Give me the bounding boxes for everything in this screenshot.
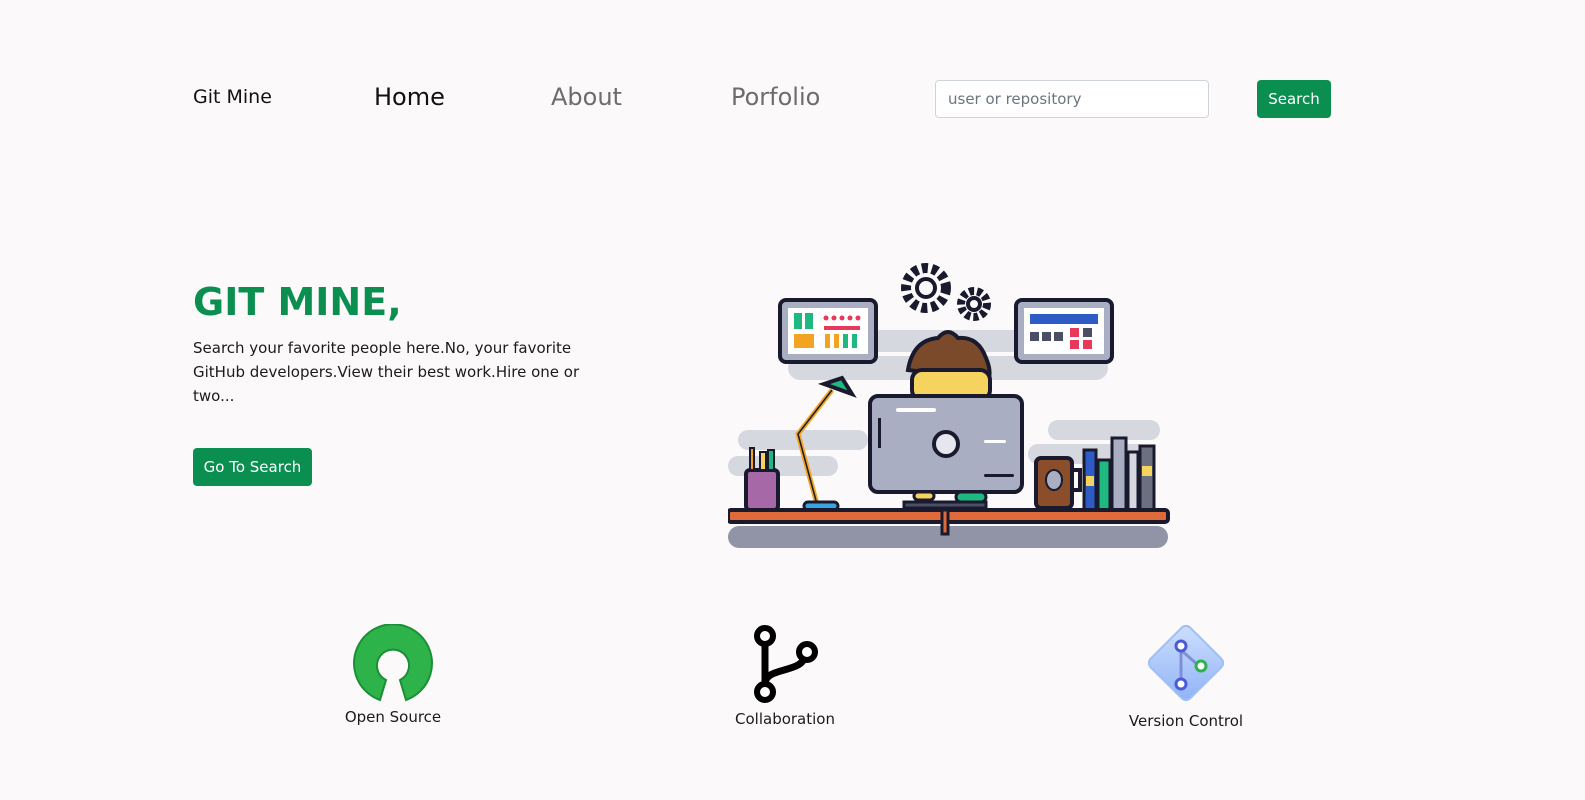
nav-about-link[interactable]: About	[551, 83, 622, 111]
search-input[interactable]	[935, 80, 1209, 118]
search-button[interactable]: Search	[1257, 80, 1331, 118]
feature-label: Open Source	[344, 708, 442, 726]
go-to-search-button[interactable]: Go To Search	[193, 448, 312, 486]
feature-version-control: Version Control	[1076, 620, 1296, 730]
brand-link[interactable]: Git Mine	[193, 86, 272, 108]
version-control-icon	[1147, 624, 1225, 702]
feature-label: Version Control	[1128, 712, 1244, 730]
feature-collaboration: Collaboration	[675, 624, 895, 728]
nav-portfolio-link[interactable]: Porfolio	[731, 83, 820, 111]
hero-description: Search your favorite people here.No, you…	[193, 339, 580, 405]
git-branch-icon	[754, 625, 818, 703]
hero-title: GIT MINE,	[193, 280, 402, 324]
open-source-icon	[353, 624, 433, 702]
developer-desk-illustration	[728, 263, 1170, 548]
feature-label: Collaboration	[735, 710, 835, 728]
feature-open-source: Open Source	[283, 624, 503, 726]
nav-home-link[interactable]: Home	[374, 83, 445, 111]
